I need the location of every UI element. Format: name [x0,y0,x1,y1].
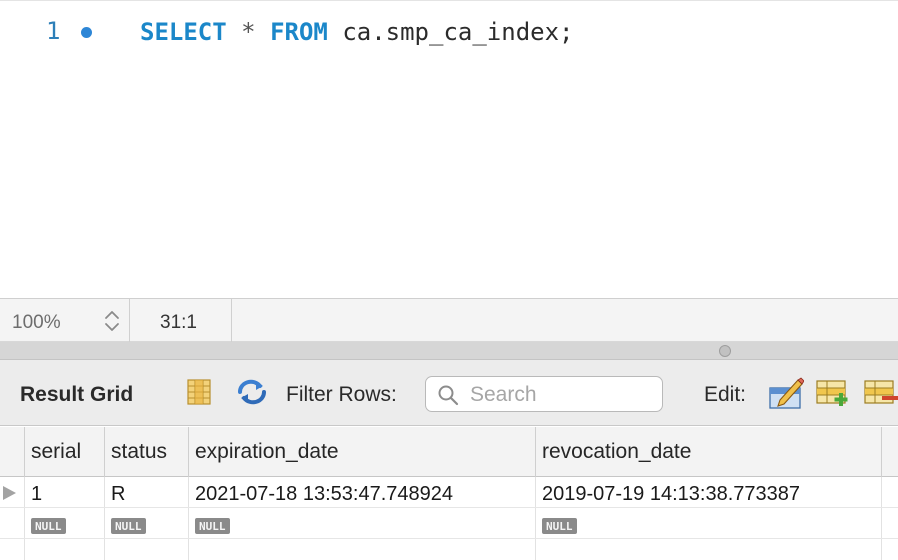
cell-expiration-date-new[interactable]: NULL [189,508,536,538]
column-header-expiration-date[interactable]: expiration_date [189,427,536,477]
null-badge: NULL [31,518,66,534]
splitter-handle-icon[interactable] [719,345,731,357]
column-header-serial[interactable]: serial [25,427,105,477]
refresh-icon[interactable] [236,378,266,406]
sql-editor[interactable]: 1 SELECT * FROM ca.smp_ca_index; [0,0,898,298]
null-badge: NULL [542,518,577,534]
operator-star: * [241,18,256,46]
grid-header: serial status expiration_date revocation… [0,427,898,477]
cursor-position-label: 31:1 [160,312,197,333]
delete-row-icon[interactable] [863,378,898,408]
edit-label: Edit: [704,383,747,406]
edit-row-icon[interactable] [768,376,805,410]
filter-search-field[interactable] [425,376,663,412]
result-toolbar: Result Grid Filter Rows: Edit [0,360,898,426]
empty-cell [189,539,536,560]
zoom-stepper-icon[interactable] [103,307,121,335]
keyword-select: SELECT [140,18,227,46]
column-header-revocation-date[interactable]: revocation_date [536,427,882,477]
null-badge: NULL [195,518,230,534]
cell-serial-new[interactable]: NULL [25,508,105,538]
insert-row-icon[interactable] [815,378,853,408]
empty-cell [25,539,105,560]
row-selector[interactable] [0,477,25,507]
zoom-level: 100% [12,312,61,333]
cell-status-new[interactable]: NULL [105,508,189,538]
statement-marker-icon[interactable] [81,27,92,38]
row-selector [0,539,25,560]
result-grid-tab[interactable]: Result Grid [20,383,133,407]
grid-view-icon[interactable] [185,378,213,406]
row-selector[interactable] [0,508,25,538]
panel-splitter[interactable] [0,342,898,360]
cell-status[interactable]: R [105,477,189,507]
current-row-arrow-icon [3,486,16,500]
null-badge: NULL [111,518,146,534]
table-row[interactable]: 1 R 2021-07-18 13:53:47.748924 2019-07-1… [0,477,898,508]
code-line[interactable]: SELECT * FROM ca.smp_ca_index; [140,17,574,47]
editor-status-bar: 100% 31:1 [0,298,898,342]
row-header-corner [0,427,25,477]
search-icon [437,384,459,406]
cell-revocation-date-new[interactable]: NULL [536,508,882,538]
cursor-position: 31:1 [130,299,232,342]
column-header-status[interactable]: status [105,427,189,477]
filter-search-input[interactable] [470,381,655,409]
keyword-from: FROM [270,18,328,46]
filter-rows-label: Filter Rows: [286,383,397,406]
empty-cell [536,539,882,560]
new-row[interactable]: NULL NULL NULL NULL [0,508,898,539]
table-identifier: ca.smp_ca_index; [342,18,574,46]
result-grid[interactable]: serial status expiration_date revocation… [0,427,898,560]
zoom-control[interactable]: 100% [0,299,130,342]
line-number: 1 [46,17,61,45]
cell-revocation-date[interactable]: 2019-07-19 14:13:38.773387 [536,477,882,507]
cell-serial[interactable]: 1 [25,477,105,507]
empty-row [0,539,898,560]
cell-expiration-date[interactable]: 2021-07-18 13:53:47.748924 [189,477,536,507]
empty-cell [105,539,189,560]
